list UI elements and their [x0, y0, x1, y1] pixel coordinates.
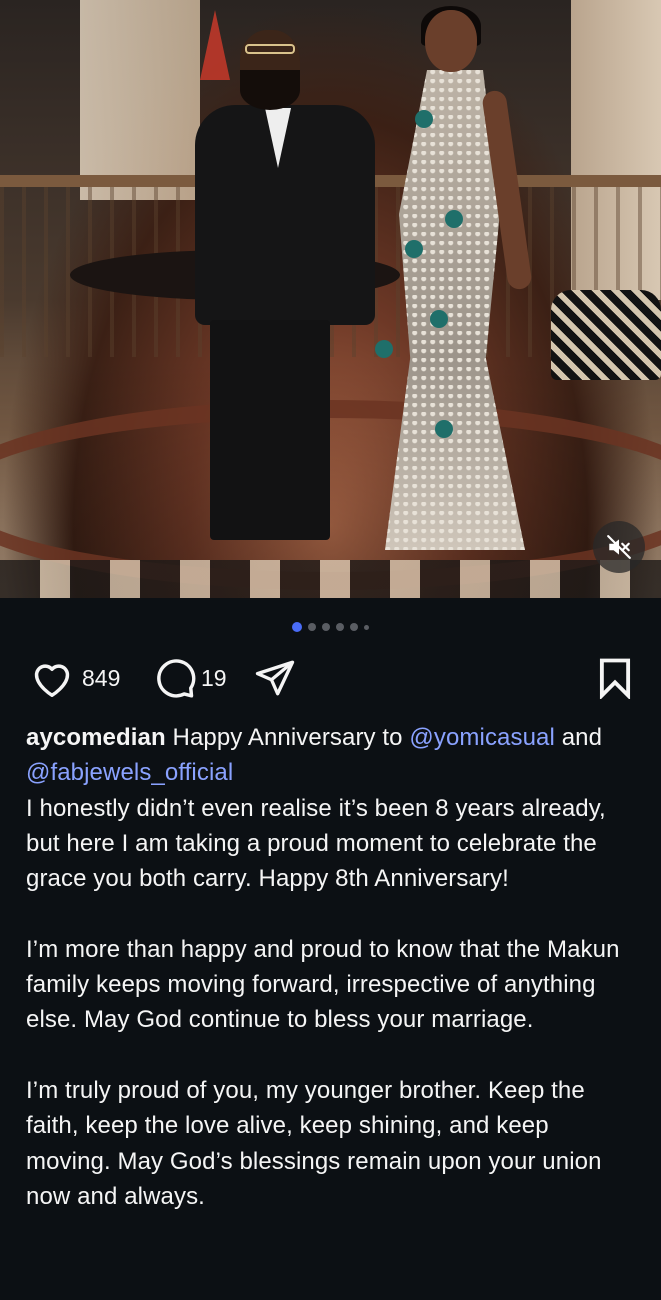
post-caption: aycomedian Happy Anniversary to @yomicas…	[26, 720, 636, 1266]
carousel-indicator	[0, 621, 661, 633]
bookmark-icon	[599, 658, 631, 699]
send-icon	[255, 660, 295, 696]
mention-link[interactable]: @yomicasual	[409, 724, 555, 751]
mute-button[interactable]	[593, 521, 645, 573]
carousel-dot	[292, 622, 302, 632]
comment-button[interactable]: 19	[153, 655, 227, 701]
caption-username[interactable]: aycomedian	[26, 724, 166, 751]
carousel-dot	[322, 623, 330, 631]
action-bar: 849 19	[0, 655, 661, 705]
comment-count: 19	[201, 664, 227, 691]
caption-paragraph: I’m more than happy and proud to know th…	[26, 935, 620, 1034]
post-media[interactable]	[0, 0, 661, 598]
speaker-muted-icon	[607, 535, 631, 559]
caption-paragraph: I honestly didn’t even realise it’s been…	[26, 794, 606, 893]
carousel-dot	[336, 623, 344, 631]
carousel-dot	[364, 624, 369, 630]
caption-and: and	[561, 724, 603, 751]
like-button[interactable]: 849	[30, 655, 120, 701]
save-button[interactable]	[596, 655, 634, 701]
caption-paragraph: I’m truly proud of you, my younger broth…	[26, 1076, 602, 1210]
carousel-dot	[350, 623, 358, 631]
background-column	[80, 0, 200, 200]
floor-tiles	[0, 560, 661, 598]
carousel-dot	[308, 623, 316, 631]
share-button[interactable]	[254, 655, 296, 701]
heart-icon	[34, 664, 70, 697]
comment-icon	[157, 659, 196, 698]
like-count: 849	[82, 664, 121, 691]
mention-link[interactable]: @fabjewels_official	[26, 759, 233, 786]
woman-in-gown	[345, 6, 585, 550]
caption-intro: Happy Anniversary to	[172, 724, 403, 751]
